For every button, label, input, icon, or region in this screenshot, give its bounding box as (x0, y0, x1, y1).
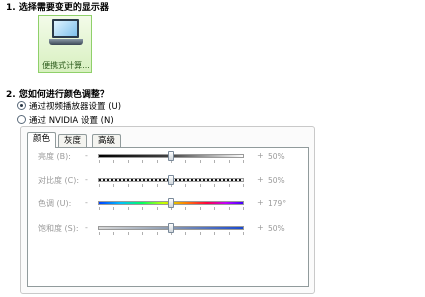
contrast-tick (127, 184, 129, 187)
display-tile[interactable]: 便携式计算... (38, 15, 92, 73)
contrast-label: 对比度 (C): (38, 176, 80, 185)
saturation-tick (228, 232, 230, 235)
contrast-tick (214, 184, 216, 187)
saturation-tick (127, 232, 129, 235)
contrast-slider-thumb[interactable] (168, 175, 174, 185)
contrast-plus: + (257, 175, 264, 184)
contrast-tick (142, 184, 144, 187)
hue-tick (142, 207, 144, 210)
saturation-tick (142, 232, 144, 235)
saturation-tick (214, 232, 216, 235)
brightness-slider-thumb[interactable] (168, 151, 174, 161)
brightness-plus: + (257, 151, 264, 160)
hue-tick (228, 207, 230, 210)
contrast-tick (156, 184, 158, 187)
hue-label: 色调 (U): (38, 199, 72, 208)
tab-grayscale[interactable]: 灰度 (58, 134, 88, 147)
hue-tick (127, 207, 129, 210)
brightness-tick (113, 160, 115, 163)
tab-advanced[interactable]: 高级 (92, 134, 122, 147)
brightness-tick (142, 160, 144, 163)
brightness-tick (214, 160, 216, 163)
section2-heading: 2. 您如何进行颜色调整？ (6, 90, 109, 100)
contrast-tick (243, 184, 244, 187)
saturation-minus: - (85, 223, 88, 232)
brightness-tick (243, 160, 244, 163)
brightness-minus: - (85, 151, 88, 160)
tab-page-color (27, 147, 309, 287)
saturation-tick (199, 232, 201, 235)
saturation-tick (113, 232, 115, 235)
saturation-tick (99, 232, 100, 235)
hue-tick (199, 207, 201, 210)
brightness-tick (127, 160, 129, 163)
display-label: 便携式计算... (42, 61, 90, 70)
tab-color[interactable]: 颜色 (27, 132, 57, 148)
contrast-minus: - (85, 175, 88, 184)
hue-minus: - (85, 198, 88, 207)
hue-tick (214, 207, 216, 210)
contrast-tick (99, 184, 100, 187)
hue-tick (113, 207, 115, 210)
option-nvidia-label[interactable]: 通过 NVIDIA 设置 (N) (29, 114, 114, 126)
saturation-tick (156, 232, 158, 235)
saturation-slider-thumb[interactable] (168, 223, 174, 233)
brightness-tick (99, 160, 100, 163)
brightness-tick (228, 160, 230, 163)
contrast-tick (185, 184, 187, 187)
brightness-label: 亮度 (B): (38, 152, 71, 161)
contrast-tick (199, 184, 201, 187)
saturation-label: 饱和度 (S): (38, 224, 79, 233)
hue-tick (99, 207, 100, 210)
hue-plus: + (257, 198, 264, 207)
laptop-icon (49, 19, 83, 49)
hue-tick (156, 207, 158, 210)
contrast-tick (113, 184, 115, 187)
option-video-player-radio[interactable] (17, 101, 26, 110)
saturation-plus: + (257, 223, 264, 232)
contrast-value: 50% (268, 176, 285, 185)
saturation-tick (243, 232, 244, 235)
hue-slider-thumb[interactable] (168, 198, 174, 208)
option-nvidia-radio[interactable] (17, 115, 26, 124)
section1-heading: 1. 选择需要变更的显示器 (6, 3, 109, 13)
saturation-value: 50% (268, 224, 285, 233)
hue-tick (243, 207, 244, 210)
option-video-player-label[interactable]: 通过视频播放器设置 (U) (29, 100, 121, 112)
brightness-tick (185, 160, 187, 163)
brightness-tick (199, 160, 201, 163)
contrast-tick (228, 184, 230, 187)
hue-value: 179° (268, 199, 287, 208)
brightness-tick (156, 160, 158, 163)
brightness-value: 50% (268, 152, 285, 161)
saturation-tick (185, 232, 187, 235)
hue-tick (185, 207, 187, 210)
